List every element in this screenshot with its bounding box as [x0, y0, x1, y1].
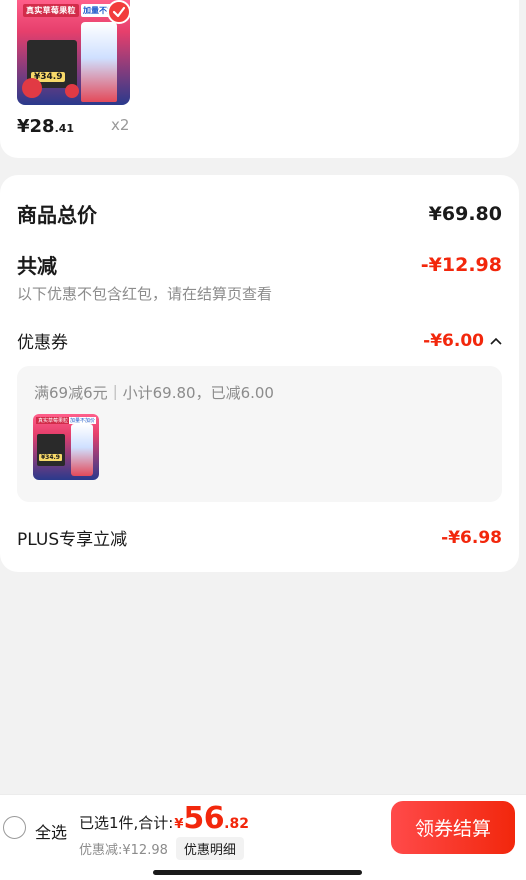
- coupon-value-group[interactable]: -¥6.00: [423, 331, 502, 351]
- product-image[interactable]: 真实草莓果粒 加量不加价 ¥34.9: [17, 0, 130, 105]
- select-all-label[interactable]: 全选: [35, 819, 67, 843]
- price-summary-card: 商品总价 ¥69.80 共减 -¥12.98 以下优惠不包含红包，请在结算页查看…: [0, 175, 519, 572]
- discount-amount-text: 优惠减:¥12.98: [79, 843, 168, 858]
- product-carton: [81, 22, 117, 102]
- discount-detail-button[interactable]: 优惠明细: [175, 837, 244, 860]
- coupon-description: 满69减6元｜小计69.80，已减6.00: [34, 384, 274, 402]
- plus-value: -¥6.98: [441, 527, 502, 548]
- product-card: 真实草莓果粒 加量不加价 ¥34.9 ¥ 28 .41 x2: [0, 0, 519, 158]
- goods-total-label: 商品总价: [17, 203, 97, 227]
- home-indicator[interactable]: [153, 870, 362, 875]
- discount-line: 优惠减:¥12.98 优惠明细: [79, 837, 244, 860]
- coupon-product-thumbnail[interactable]: 真实草莓果粒 加量不加价 ¥34.9: [33, 414, 99, 480]
- total-discount-value: -¥12.98: [420, 253, 502, 276]
- plus-discount-row: PLUS专享立减 -¥6.98: [17, 525, 502, 551]
- total-line: 已选1件,合计: ¥ 56 .82: [79, 801, 249, 836]
- goods-total-value: ¥69.80: [428, 202, 502, 225]
- product-quantity: x2: [111, 116, 130, 134]
- coupon-row[interactable]: 优惠券 -¥6.00: [17, 328, 502, 353]
- checkout-button[interactable]: 领券结算: [391, 801, 515, 854]
- total-decimal: .82: [224, 816, 249, 832]
- coupon-value: -¥6.00: [423, 330, 484, 351]
- thumbnail-box: ¥34.9: [37, 434, 65, 466]
- strawberry-decoration: [22, 78, 42, 98]
- strawberry-decoration: [65, 84, 79, 98]
- thumbnail-tag: 真实草莓果粒: [36, 417, 71, 424]
- plus-label: PLUS专享立减: [17, 530, 128, 550]
- product-price: ¥ 28 .41: [17, 116, 74, 137]
- thumbnail-price: ¥34.9: [39, 454, 62, 461]
- discount-note: 以下优惠不包含红包，请在结算页查看: [17, 285, 273, 303]
- total-symbol: ¥: [174, 817, 184, 832]
- price-integer: 28: [29, 116, 55, 137]
- total-integer: 56: [183, 801, 225, 836]
- chevron-up-icon[interactable]: [490, 337, 502, 345]
- total-discount-row: 共减 -¥12.98: [17, 250, 502, 279]
- price-decimal: .41: [54, 122, 75, 135]
- radio-icon[interactable]: [3, 816, 26, 839]
- price-symbol: ¥: [17, 116, 30, 137]
- goods-total-row: 商品总价 ¥69.80: [17, 199, 502, 228]
- thumbnail-carton: [71, 424, 93, 476]
- coupon-detail-box: 满69减6元｜小计69.80，已减6.00 真实草莓果粒 加量不加价 ¥34.9: [17, 366, 502, 502]
- checkout-bar: 全选 已选1件,合计: ¥ 56 .82 优惠减:¥12.98 优惠明细 领券结…: [0, 794, 526, 880]
- thumbnail-badge: 加量不加价: [69, 417, 97, 424]
- total-discount-label: 共减: [17, 254, 57, 278]
- coupon-label: 优惠券: [17, 333, 68, 353]
- product-image-tag: 真实草莓果粒: [23, 4, 79, 17]
- selected-count-text: 已选1件,合计:: [79, 814, 174, 832]
- checkmark-icon[interactable]: [107, 0, 130, 24]
